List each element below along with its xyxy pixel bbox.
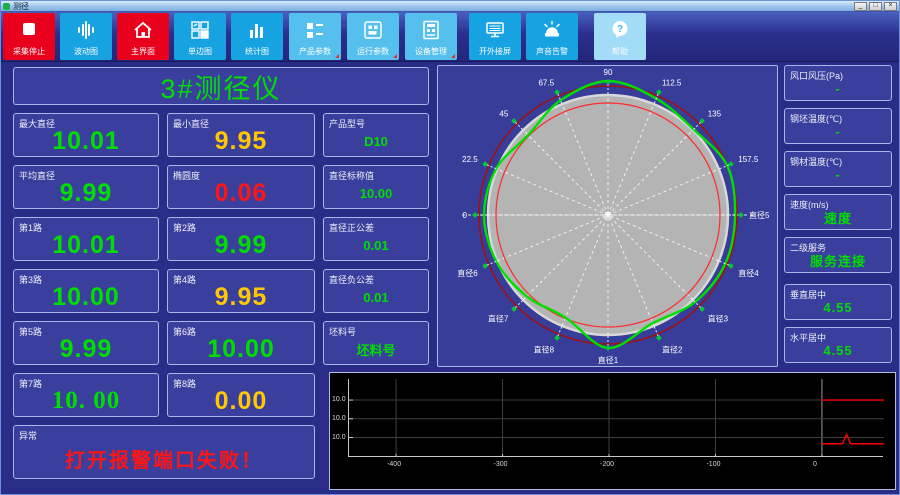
toolbar-button-single-side-chart[interactable]: 单边图	[174, 13, 226, 60]
trend-plot-svg	[349, 379, 884, 457]
cell-channel-6: 第6路 10.00	[167, 321, 315, 365]
trend-y-tick: 10.0	[332, 433, 346, 441]
alarm-icon	[540, 18, 564, 47]
alarm-message: 打开报警端口失败！	[65, 449, 263, 472]
run-params-icon	[361, 18, 385, 47]
status-steel-temperature: 钢材温度(℃) -	[784, 151, 892, 187]
stop-icon	[17, 18, 41, 47]
window-title-bar: 测径 _ □ ×	[1, 1, 899, 12]
polar-label: 直径7	[488, 314, 509, 324]
cell-channel-8: 第8路 0.00	[167, 373, 315, 417]
cell-avg-diameter: 平均直径 9.99	[13, 165, 159, 209]
polar-profile-svg: 90 112.5 135 157.5 直径5 直径4 直径3 直径2 直径1 直径8 直径7 直径6 0…	[457, 68, 770, 365]
polar-label: 135	[708, 109, 722, 118]
trend-x-tick: -400	[387, 461, 402, 468]
polar-label: 直径6	[457, 268, 478, 278]
polar-label: 直径3	[708, 314, 729, 324]
cell-channel-3: 第3路 10.00	[13, 269, 159, 313]
cell-plus-tolerance: 直径正公差 0.01	[323, 217, 429, 261]
polar-label: 直径1	[598, 355, 619, 365]
cell-channel-4: 第4路 9.95	[167, 269, 315, 313]
dropdown-corner-marker	[451, 54, 455, 58]
toolbar-button-product-params[interactable]: 产品参数	[289, 13, 341, 60]
dropdown-corner-marker	[335, 54, 339, 58]
toolbar-button-statistics-chart[interactable]: 统计图	[231, 13, 283, 60]
trend-x-tick: 0	[812, 461, 817, 468]
app-icon	[3, 2, 10, 10]
toolbar-button-sound-alarm[interactable]: 声音告警	[526, 13, 578, 60]
diameter-gauge-app: { "window": { "title": "测径", "minimize":…	[0, 0, 900, 495]
device-icon	[419, 18, 443, 47]
status-horizontal-centering: 水平居中 4.55	[784, 327, 892, 363]
alarm-box: 异常 打开报警端口失败！	[13, 425, 315, 479]
polar-label: 直径4	[738, 268, 759, 278]
polar-label: 67.5	[538, 79, 554, 88]
toolbar-button-stop-capture[interactable]: 采集停止	[3, 13, 55, 60]
gauge-title: 3#测径仪	[13, 67, 429, 105]
status-level2-service: 二级服务 服务连接	[784, 237, 892, 273]
trend-x-tick: -200	[600, 461, 615, 468]
polar-label: 22.5	[462, 155, 478, 164]
bar-chart-icon	[245, 18, 269, 47]
polar-label: 157.5	[738, 155, 759, 164]
window-title: 测径	[13, 1, 29, 11]
product-params-icon	[303, 18, 327, 47]
svg-text:?: ?	[617, 24, 623, 35]
cell-channel-2: 第2路 9.99	[167, 217, 315, 261]
toolbar-button-external-screen[interactable]: 开外接屏	[469, 13, 521, 60]
toolbar-button-wave-chart[interactable]: 波动图	[60, 13, 112, 60]
polar-label: 直径8	[534, 344, 555, 354]
polar-label: 直径5	[749, 210, 770, 220]
status-vertical-centering: 垂直居中 4.55	[784, 284, 892, 320]
toolbar-button-main-screen[interactable]: 主界面	[117, 13, 169, 60]
trend-plot-area	[348, 379, 884, 457]
polar-label: 45	[499, 109, 508, 118]
monitor-icon	[483, 18, 507, 47]
maximize-button[interactable]: □	[869, 2, 882, 11]
cell-channel-1: 第1路 10.01	[13, 217, 159, 261]
trend-y-tick: 10.0	[332, 396, 346, 404]
home-icon	[131, 18, 155, 47]
panels-icon	[188, 18, 212, 47]
status-billet-temperature: 钢坯温度(℃) -	[784, 108, 892, 144]
toolbar-button-run-params[interactable]: 运行参数	[347, 13, 399, 60]
trend-chart: 10.0 10.0 10.0 -400 -300 -200 -100 0	[329, 372, 896, 490]
polar-profile-chart: 90 112.5 135 157.5 直径5 直径4 直径3 直径2 直径1 直径8 直径7 直径6 0…	[437, 65, 778, 367]
minimize-button[interactable]: _	[854, 2, 867, 11]
trend-y-tick: 10.0	[332, 414, 346, 422]
close-button[interactable]: ×	[884, 2, 897, 11]
cell-billet-number: 坯料号 坯料号	[323, 321, 429, 365]
trend-x-tick: -100	[706, 461, 721, 468]
cell-channel-7: 第7路 10. 00	[13, 373, 159, 417]
polar-label: 90	[604, 68, 613, 77]
cell-min-diameter: 最小直径 9.95	[167, 113, 315, 157]
cell-minus-tolerance: 直径负公差 0.01	[323, 269, 429, 313]
toolbar: 采集停止 波动图 主界面 单边图 统计图 产品参数 运行参数 设备管理 开外接屏…	[1, 12, 899, 62]
dropdown-corner-marker	[393, 54, 397, 58]
toolbar-button-device-management[interactable]: 设备管理	[405, 13, 457, 60]
status-tuyere-pressure: 风口风压(Pa) -	[784, 65, 892, 101]
help-icon: ?	[608, 18, 632, 47]
polar-label: 0	[463, 211, 468, 220]
cell-product-model: 产品型号 D10	[323, 113, 429, 157]
cell-channel-5: 第5路 9.99	[13, 321, 159, 365]
polar-label: 直径2	[662, 344, 683, 354]
status-speed: 速度(m/s) 速度	[784, 194, 892, 230]
waveform-icon	[74, 18, 98, 47]
polar-label: 112.5	[662, 79, 682, 88]
cell-nominal-diameter: 直径标称值 10.00	[323, 165, 429, 209]
toolbar-button-help[interactable]: ? 帮助	[594, 13, 646, 60]
cell-max-diameter: 最大直径 10.01	[13, 113, 159, 157]
trend-x-tick: -300	[493, 461, 508, 468]
cell-ovality: 椭圆度 0.06	[167, 165, 315, 209]
